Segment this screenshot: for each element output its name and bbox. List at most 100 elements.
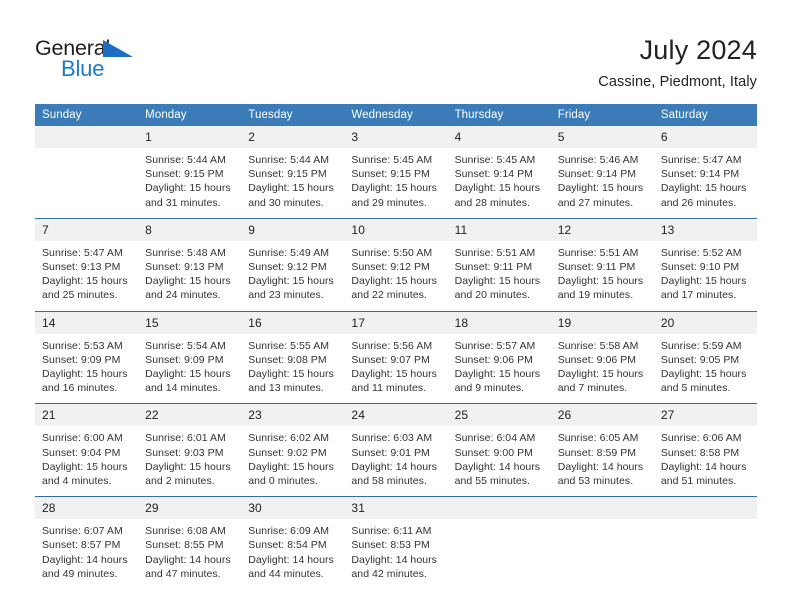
day-number[interactable]: 29 [138, 496, 242, 520]
daylight-text-cont: and 9 minutes. [454, 382, 525, 395]
daylight-text-cont: and 55 minutes. [454, 475, 531, 488]
day-cell[interactable]: Sunrise: 6:00 AM Sunset: 9:04 PM Daylight:… [35, 426, 139, 497]
day-number[interactable]: 31 [344, 496, 448, 520]
daylight-text-cont: and 47 minutes. [145, 567, 221, 580]
day-cell [653, 519, 757, 590]
day-number[interactable]: 26 [550, 403, 654, 427]
daylight-text-cont: and 44 minutes. [248, 567, 324, 580]
sunrise-text: Sunrise: 5:47 AM [42, 246, 123, 259]
day-cell[interactable]: Sunrise: 5:56 AM Sunset: 9:07 PM Daylight:… [344, 333, 448, 404]
sunset-text: Sunset: 8:55 PM [145, 539, 224, 552]
day-number[interactable]: 25 [447, 403, 551, 427]
day-number[interactable]: 30 [241, 496, 345, 520]
sunrise-text: Sunrise: 5:44 AM [248, 154, 330, 166]
daylight-text-cont: and 0 minutes. [248, 475, 318, 488]
day-cell[interactable]: Sunrise: 5:55 AM Sunset: 9:08 PM Daylight:… [241, 333, 345, 404]
daylight-text-cont: and 2 minutes. [145, 475, 215, 488]
daylight-text: Daylight: 15 hours [42, 460, 128, 473]
day-number[interactable]: 7 [35, 217, 139, 241]
day-number[interactable]: 1 [138, 126, 242, 148]
day-number[interactable]: 17 [344, 310, 448, 334]
day-cell[interactable]: Sunrise: 6:07 AM Sunset: 8:57 PM Daylight:… [35, 519, 139, 590]
day-cell[interactable]: Sunrise: 5:57 AM Sunset: 9:06 PM Daylight:… [447, 333, 551, 404]
day-cell[interactable]: Sunrise: 6:09 AM Sunset: 8:54 PM Daylight:… [241, 519, 345, 590]
day-cell[interactable]: Sunrise: 5:51 AM Sunset: 9:11 PM Daylight:… [550, 240, 654, 312]
day-cell[interactable]: Sunrise: 5:45 AM Sunset: 9:14 PM Daylight:… [447, 148, 551, 219]
day-cell[interactable]: Sunrise: 5:44 AM Sunset: 9:15 PM Daylight:… [138, 148, 242, 219]
daylight-text-cont: and 19 minutes. [557, 289, 634, 302]
weekday-header-friday: Friday [550, 104, 654, 126]
day-number[interactable]: 8 [138, 217, 242, 241]
day-number[interactable]: 20 [653, 310, 757, 334]
daylight-text: Daylight: 15 hours [248, 182, 334, 195]
day-cell[interactable]: Sunrise: 6:03 AM Sunset: 9:01 PM Daylight:… [344, 426, 448, 497]
sunset-text: Sunset: 9:10 PM [660, 261, 740, 274]
daylight-text-cont: and 53 minutes. [557, 475, 634, 488]
day-cell[interactable]: Sunrise: 6:05 AM Sunset: 8:59 PM Daylight:… [550, 426, 654, 497]
sunrise-text: Sunrise: 6:08 AM [145, 525, 226, 538]
sunrise-text: Sunrise: 5:51 AM [454, 246, 536, 259]
day-cell[interactable]: Sunrise: 5:58 AM Sunset: 9:06 PM Daylight:… [550, 333, 654, 404]
day-number[interactable]: 5 [550, 126, 654, 148]
daylight-text: Daylight: 15 hours [42, 368, 128, 381]
sunrise-text: Sunrise: 5:50 AM [351, 246, 433, 259]
day-number[interactable]: 21 [35, 403, 139, 427]
day-number[interactable]: 24 [344, 403, 448, 427]
sunrise-text: Sunrise: 5:57 AM [454, 339, 536, 352]
day-number[interactable]: 28 [35, 496, 139, 520]
day-number[interactable]: 15 [138, 310, 242, 334]
day-number[interactable]: 23 [241, 403, 345, 427]
day-cell[interactable]: Sunrise: 6:08 AM Sunset: 8:55 PM Daylight:… [138, 519, 242, 590]
day-cell[interactable]: Sunrise: 5:52 AM Sunset: 9:10 PM Daylight:… [653, 240, 757, 312]
day-cell[interactable]: Sunrise: 5:54 AM Sunset: 9:09 PM Daylight:… [138, 333, 242, 404]
day-cell[interactable]: Sunrise: 5:44 AM Sunset: 9:15 PM Daylight:… [241, 148, 345, 219]
day-number[interactable]: 12 [550, 217, 654, 241]
sunset-text: Sunset: 9:11 PM [557, 261, 636, 274]
day-cell[interactable]: Sunrise: 5:49 AM Sunset: 9:12 PM Daylight:… [241, 240, 345, 312]
day-cell[interactable]: Sunrise: 5:47 AM Sunset: 9:14 PM Daylight:… [653, 148, 757, 219]
day-cell[interactable]: Sunrise: 5:45 AM Sunset: 9:15 PM Daylight:… [344, 148, 448, 219]
day-cell[interactable]: Sunrise: 6:06 AM Sunset: 8:58 PM Daylight:… [653, 426, 757, 497]
day-cell[interactable]: Sunrise: 6:11 AM Sunset: 8:53 PM Daylight:… [344, 519, 448, 590]
day-number[interactable]: 18 [447, 310, 551, 334]
day-number[interactable]: 11 [447, 217, 551, 241]
day-number[interactable]: 27 [653, 403, 757, 427]
sunset-text: Sunset: 8:58 PM [660, 446, 740, 459]
day-number[interactable]: 10 [344, 217, 448, 241]
day-number[interactable]: 6 [653, 126, 757, 148]
day-number[interactable]: 9 [241, 217, 345, 241]
day-number [35, 126, 139, 148]
day-cell[interactable]: Sunrise: 6:01 AM Sunset: 9:03 PM Daylight:… [138, 426, 242, 497]
day-number[interactable]: 3 [344, 126, 448, 148]
daylight-text-cont: and 42 minutes. [351, 567, 427, 580]
day-number[interactable]: 13 [653, 217, 757, 241]
triangle-icon [103, 40, 133, 57]
sunrise-text: Sunrise: 5:54 AM [145, 339, 226, 352]
calendar-table: Sunday Monday Tuesday Wednesday Thursday… [35, 104, 757, 590]
general-blue-logo[interactable]: General Blue [35, 36, 165, 84]
day-number[interactable]: 22 [138, 403, 242, 427]
day-cell[interactable]: Sunrise: 5:48 AM Sunset: 9:13 PM Daylight:… [138, 240, 242, 312]
page-title: July 2024 [639, 35, 757, 65]
day-cell[interactable]: Sunrise: 5:47 AM Sunset: 9:13 PM Daylight:… [35, 240, 139, 312]
day-number[interactable]: 19 [550, 310, 654, 334]
day-cell[interactable]: Sunrise: 5:53 AM Sunset: 9:09 PM Daylight:… [35, 333, 139, 404]
sunrise-text: Sunrise: 6:09 AM [248, 525, 330, 538]
sunrise-text: Sunrise: 6:06 AM [660, 432, 742, 445]
day-cell[interactable]: Sunrise: 6:04 AM Sunset: 9:00 PM Daylight:… [447, 426, 551, 497]
day-cell[interactable]: Sunrise: 5:59 AM Sunset: 9:05 PM Daylight:… [653, 333, 757, 404]
day-cell[interactable]: Sunrise: 6:02 AM Sunset: 9:02 PM Daylight:… [241, 426, 345, 497]
day-number[interactable]: 2 [241, 126, 345, 148]
sunrise-text: Sunrise: 5:46 AM [557, 154, 639, 166]
day-cell [35, 148, 139, 219]
day-cell[interactable]: Sunrise: 5:51 AM Sunset: 9:11 PM Daylight:… [447, 240, 551, 312]
day-cell[interactable]: Sunrise: 5:50 AM Sunset: 9:12 PM Daylight:… [344, 240, 448, 312]
day-cell[interactable]: Sunrise: 5:46 AM Sunset: 9:14 PM Daylight:… [550, 148, 654, 219]
sunrise-text: Sunrise: 5:45 AM [454, 154, 536, 166]
day-number [653, 496, 757, 520]
day-number[interactable]: 14 [35, 310, 139, 334]
day-number[interactable]: 16 [241, 310, 345, 334]
day-number[interactable]: 4 [447, 126, 551, 148]
daylight-text-cont: and 7 minutes. [557, 382, 628, 395]
sunset-text: Sunset: 9:14 PM [557, 168, 637, 181]
